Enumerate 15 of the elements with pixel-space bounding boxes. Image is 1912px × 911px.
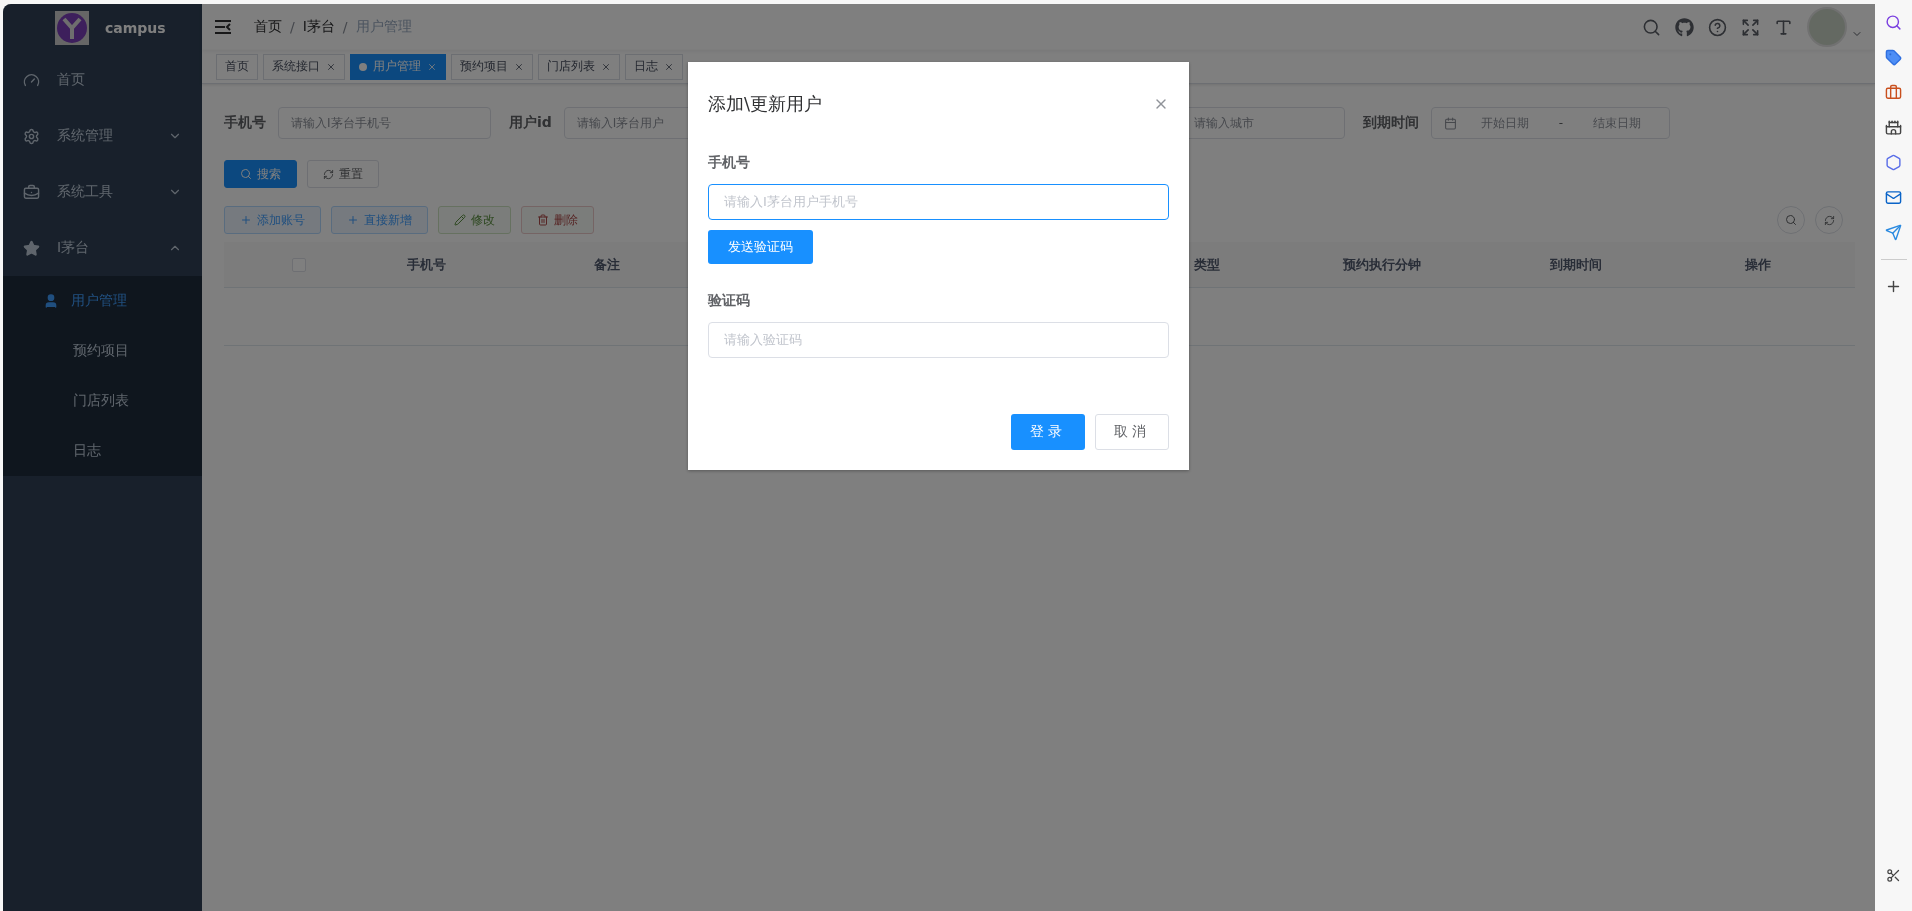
app-name: campus — [105, 20, 166, 36]
breadcrumb-separator: / — [290, 19, 295, 35]
breadcrumb-separator: / — [342, 19, 348, 35]
filter-label: 用户id — [509, 114, 552, 132]
column-header: 备注 — [594, 255, 620, 274]
column-header: 类型 — [1194, 255, 1220, 274]
field-label: 手机号 — [708, 154, 750, 172]
column-header: 手机号 — [406, 255, 446, 274]
range-separator: - — [1558, 116, 1564, 130]
column-header: 预约执行分钟 — [1343, 255, 1421, 274]
filter-label: 到期时间 — [1362, 114, 1419, 132]
column-header: 到期时间 — [1550, 255, 1602, 274]
column-header: 操作 — [1744, 255, 1771, 274]
filter-label: 手机号 — [224, 114, 266, 132]
field-label: 验证码 — [708, 292, 750, 310]
